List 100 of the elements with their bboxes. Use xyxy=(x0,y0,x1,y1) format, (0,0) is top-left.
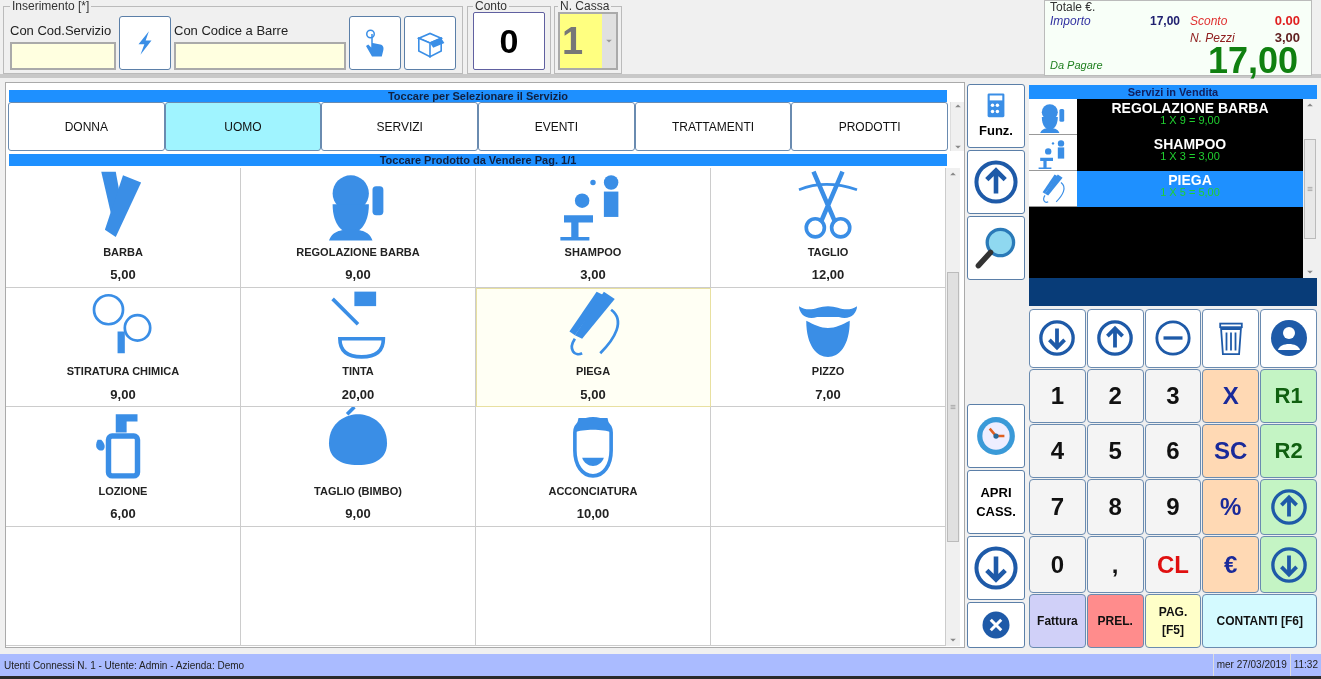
hand-button[interactable] xyxy=(349,16,401,70)
product-tile[interactable]: TAGLIO 12,00 xyxy=(711,168,946,288)
clear-key[interactable]: CL xyxy=(1144,536,1202,593)
discount-value: 0.00 xyxy=(1273,12,1300,30)
product-name: TINTA xyxy=(342,364,374,379)
digit-key[interactable]: 6 xyxy=(1144,423,1202,479)
arrow-up-icon xyxy=(1096,319,1135,358)
register-key[interactable]: R2 xyxy=(1260,423,1317,479)
group-title: Conto xyxy=(474,0,509,12)
search-button[interactable] xyxy=(967,216,1025,280)
lightning-button[interactable] xyxy=(119,16,171,70)
scroll-down-button[interactable] xyxy=(967,536,1025,600)
register-dropdown[interactable]: 1 xyxy=(558,12,618,70)
clock-button[interactable] xyxy=(967,404,1025,468)
digit-key[interactable]: 0 xyxy=(1029,536,1086,593)
functions-button[interactable]: Funz. xyxy=(967,84,1025,148)
status-text: Utenti Connessi N. 1 - Utente: Admin - Azienda: Demo xyxy=(4,658,245,673)
product-tile[interactable]: BARBA 5,00 xyxy=(6,168,241,288)
dropdown-value: 1 xyxy=(562,18,584,64)
amount-value: 17,00 xyxy=(1148,13,1180,30)
digit-key[interactable]: 1 xyxy=(1029,368,1086,423)
product-tile[interactable]: REGOLAZIONE BARBA 9,00 xyxy=(241,168,476,288)
scroll-down-icon xyxy=(953,143,962,151)
customer-button[interactable] xyxy=(1260,309,1317,368)
scrollbar[interactable] xyxy=(950,102,964,151)
scroll-down-icon xyxy=(949,636,957,644)
scroll-up-icon xyxy=(1306,101,1314,109)
digit-key[interactable]: 5 xyxy=(1086,423,1144,479)
account-number: 0 xyxy=(473,12,545,70)
input-field[interactable] xyxy=(10,42,116,70)
operator-key[interactable]: SC xyxy=(1202,423,1260,479)
category-tab[interactable]: UOMO xyxy=(164,102,322,151)
category-tab[interactable]: SERVIZI xyxy=(321,102,478,151)
arrow-down-icon xyxy=(1269,545,1308,584)
scroll-thumb[interactable] xyxy=(947,272,959,542)
category-tab[interactable]: PRODOTTI xyxy=(791,102,949,151)
minus-button[interactable] xyxy=(1144,309,1202,368)
product-name: PIZZO xyxy=(811,364,845,379)
product-name: ACCONCIATURA xyxy=(548,483,638,499)
digit-key[interactable]: 4 xyxy=(1029,423,1086,479)
product-price: 5,00 xyxy=(110,266,136,284)
digit-key[interactable]: 8 xyxy=(1086,479,1144,536)
product-name: TAGLIO (BIMBO) xyxy=(314,483,402,499)
scrollbar[interactable] xyxy=(1303,99,1317,279)
scrollbar[interactable] xyxy=(946,168,960,646)
invoice-button[interactable]: Fattura xyxy=(1029,593,1086,648)
product-name: TAGLIO xyxy=(807,244,849,260)
product-tile[interactable]: TINTA 20,00 xyxy=(241,287,476,407)
product-name: REGOLAZIONE BARBA xyxy=(296,244,420,260)
digit-key[interactable]: , xyxy=(1086,536,1144,593)
pay-button[interactable]: PAG. [F5] xyxy=(1144,593,1202,648)
product-tile[interactable]: PIEGA 5,00 xyxy=(476,287,711,407)
product-tile[interactable]: ACCONCIATURA 10,00 xyxy=(476,407,711,527)
product-tile[interactable]: PIZZO 7,00 xyxy=(711,287,946,407)
product-tile[interactable]: LOZIONE 6,00 xyxy=(6,407,241,527)
withdraw-button[interactable]: PREL. xyxy=(1086,593,1144,648)
category-tab[interactable]: TRATTAMENTI xyxy=(634,102,792,151)
scroll-up-button[interactable] xyxy=(1086,309,1144,368)
operator-key[interactable]: € xyxy=(1202,536,1260,593)
section-header: Toccare per Selezionare il Servizio xyxy=(9,90,947,102)
scroll-up-button[interactable] xyxy=(967,150,1025,214)
digit-key[interactable]: 9 xyxy=(1144,479,1202,536)
register-key[interactable]: R1 xyxy=(1260,368,1317,423)
cash-button[interactable]: CONTANTI [F6] xyxy=(1202,593,1317,648)
section-header: Servizi in Vendita xyxy=(1029,85,1317,99)
operator-key[interactable]: X xyxy=(1202,368,1260,423)
group-title: N. Cassa xyxy=(559,0,611,12)
scroll-thumb[interactable] xyxy=(1304,138,1316,239)
product-tile[interactable]: SHAMPOO 3,00 xyxy=(476,168,711,288)
product-tile[interactable]: STIRATURA CHIMICA 9,00 xyxy=(6,287,241,407)
group-title: Inserimento [*] xyxy=(11,0,91,12)
scroll-down-button[interactable] xyxy=(1260,536,1317,593)
category-tab[interactable]: DONNA xyxy=(8,102,165,151)
category-tab[interactable]: EVENTI xyxy=(478,102,635,151)
due-label: Da Pagare xyxy=(1050,57,1103,73)
arrow-down-icon xyxy=(973,545,1019,591)
product-name: LOZIONE xyxy=(98,483,148,499)
product-name: STIRATURA CHIMICA xyxy=(66,364,180,379)
open-drawer-button[interactable]: APRI CASS. xyxy=(967,470,1025,534)
product-price: 10,00 xyxy=(576,505,610,523)
person-icon xyxy=(1268,318,1309,359)
section-header: Toccare Prodotto da Vendere Pag. 1/1 xyxy=(9,154,947,166)
product-price: 3,00 xyxy=(580,266,606,284)
scroll-down-button[interactable] xyxy=(1029,309,1086,368)
scroll-up-button[interactable] xyxy=(1260,479,1317,536)
sale-item-total: 1 X 5 = 5,00 xyxy=(1160,187,1220,198)
close-icon xyxy=(981,610,1011,640)
digit-key[interactable]: 2 xyxy=(1086,368,1144,423)
digit-key[interactable]: 7 xyxy=(1029,479,1086,536)
sale-item-total: 1 X 3 = 3,00 xyxy=(1160,151,1220,162)
field-label: Con Cod.Servizio xyxy=(10,21,113,40)
delete-button[interactable] xyxy=(1202,309,1260,368)
digit-key[interactable]: 3 xyxy=(1144,368,1202,423)
operator-key[interactable]: % xyxy=(1202,479,1260,536)
product-tile[interactable]: TAGLIO (BIMBO) 9,00 xyxy=(241,407,476,527)
close-button[interactable] xyxy=(967,602,1025,648)
scroll-up-icon xyxy=(953,102,962,110)
input-field[interactable] xyxy=(174,42,346,70)
product-price: 7,00 xyxy=(815,385,841,404)
box-button[interactable] xyxy=(404,16,456,70)
